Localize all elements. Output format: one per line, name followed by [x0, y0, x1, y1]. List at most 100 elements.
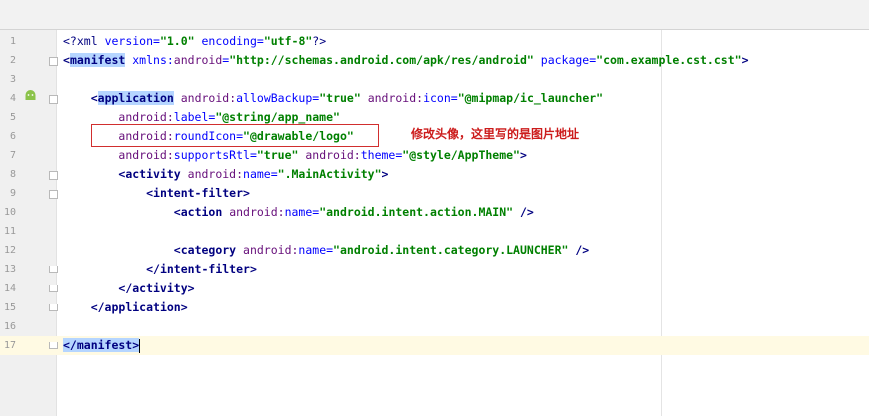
code-token: android: — [298, 148, 361, 162]
line-number: 1 — [9, 36, 16, 47]
code-line[interactable]: 12 <category android:name="android.inten… — [0, 241, 869, 260]
code-token: "http://schemas.android.com/apk/res/andr… — [229, 53, 534, 67]
code-token: "android.intent.category.LAUNCHER" — [333, 243, 569, 257]
code-token: android: — [118, 110, 174, 124]
code-token: android: — [222, 205, 285, 219]
code-token: "@style/AppTheme" — [402, 148, 520, 162]
code-line[interactable]: 13 </intent-filter> — [0, 260, 869, 279]
code-token: < — [173, 205, 181, 219]
code-token: label= — [173, 110, 216, 124]
code-line[interactable]: 14 </activity> — [0, 279, 869, 298]
line-number: 10 — [3, 207, 16, 218]
code-line[interactable]: 2 <manifest xmlns:android="http://schemas… — [0, 51, 869, 70]
code-token: encoding= — [194, 34, 264, 48]
code-token: </manifest> — [63, 338, 140, 352]
code-token: <intent-filter> — [146, 186, 250, 200]
code-text: <category android:name="android.intent.c… — [63, 241, 589, 260]
line-number: 2 — [9, 55, 16, 66]
line-number: 17 — [3, 340, 16, 351]
code-token: "true" — [319, 91, 361, 105]
code-token: < — [63, 53, 70, 67]
fold-toggle[interactable] — [49, 190, 58, 199]
code-token: android: — [180, 167, 244, 181]
code-token: xml — [76, 34, 98, 48]
code-token: android: — [360, 91, 424, 105]
code-token: allowBackup= — [236, 91, 320, 105]
code-text: android:supportsRtl="true" android:theme… — [63, 146, 527, 165]
code-line[interactable]: 4 <application android:allowBackup="true… — [0, 89, 869, 108]
code-line[interactable]: 8 <activity android:name=".MainActivity"… — [0, 165, 869, 184]
code-token: version= — [97, 34, 160, 48]
code-token: action — [180, 205, 223, 219]
fold-end-marker[interactable] — [49, 342, 58, 349]
code-token: ?> — [312, 34, 327, 48]
line-number: 15 — [3, 302, 16, 313]
code-token: "com.example.cst.cst" — [596, 53, 742, 67]
annotation-text: 修改头像，这里写的是图片地址 — [411, 127, 580, 141]
fold-end-marker[interactable] — [49, 304, 58, 311]
line-number: 11 — [3, 226, 16, 237]
code-token: "utf-8" — [263, 34, 313, 48]
line-number: 12 — [3, 245, 16, 256]
fold-toggle[interactable] — [49, 171, 58, 180]
code-token: "@mipmap/ic_launcher" — [457, 91, 604, 105]
code-token: </intent-filter> — [146, 262, 257, 276]
code-token: /> — [568, 243, 590, 257]
code-token: "1.0" — [159, 34, 195, 48]
code-line[interactable]: 16 — [0, 317, 869, 336]
code-token: name= — [298, 243, 334, 257]
line-number: 3 — [9, 74, 16, 85]
code-text: <manifest xmlns:android="http://schemas.… — [63, 51, 749, 70]
code-token: name= — [243, 167, 278, 181]
code-text: <action android:name="android.intent.act… — [63, 203, 534, 222]
code-line[interactable]: 17 </manifest> — [0, 336, 869, 355]
code-token: </activity> — [118, 281, 195, 295]
code-token: "@string/app_name" — [215, 110, 340, 124]
code-token: <? — [63, 34, 77, 48]
code-line[interactable]: 15 </application> — [0, 298, 869, 317]
code-token: android — [173, 53, 223, 67]
fold-end-marker[interactable] — [49, 285, 58, 292]
code-token: "true" — [256, 148, 299, 162]
code-token: </application> — [90, 300, 188, 314]
android-icon[interactable] — [24, 90, 37, 101]
code-token: activity — [125, 167, 181, 181]
fold-end-marker[interactable] — [49, 266, 58, 273]
code-line[interactable]: 9 <intent-filter> — [0, 184, 869, 203]
code-token: category — [180, 243, 237, 257]
code-token: theme= — [360, 148, 403, 162]
line-number: 9 — [9, 188, 16, 199]
code-token: package= — [533, 53, 597, 67]
code-text: </manifest> — [63, 336, 141, 355]
code-text: </activity> — [63, 279, 195, 298]
code-token: < — [90, 91, 98, 105]
code-text: </intent-filter> — [63, 260, 257, 279]
code-text: <intent-filter> — [63, 184, 250, 203]
code-text: </application> — [63, 298, 188, 317]
line-number: 6 — [9, 131, 16, 142]
fold-toggle[interactable] — [49, 57, 58, 66]
code-token: manifest — [69, 53, 126, 67]
code-line[interactable]: 10 <action android:name="android.intent.… — [0, 203, 869, 222]
code-token: > — [519, 148, 527, 162]
code-line[interactable]: 3 — [0, 70, 869, 89]
code-token: supportsRtl= — [173, 148, 257, 162]
code-line[interactable]: 1 <?xml version="1.0" encoding="utf-8"?> — [0, 32, 869, 51]
fold-toggle[interactable] — [49, 95, 58, 104]
code-token: > — [381, 167, 389, 181]
code-token: "android.intent.action.MAIN" — [319, 205, 514, 219]
code-token: /> — [513, 205, 534, 219]
code-line[interactable]: 7 android:supportsRtl="true" android:the… — [0, 146, 869, 165]
code-token: android: — [236, 243, 299, 257]
line-number: 8 — [9, 169, 16, 180]
code-token: icon= — [423, 91, 458, 105]
code-line[interactable]: 11 — [0, 222, 869, 241]
line-number: 13 — [3, 264, 16, 275]
code-token: < — [173, 243, 181, 257]
